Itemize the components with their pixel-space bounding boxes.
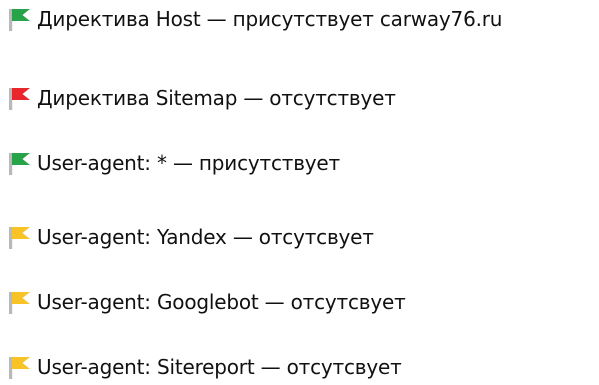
red-flag-icon bbox=[7, 83, 37, 113]
useragent-all-label: User-agent: * — присутствует bbox=[37, 151, 340, 175]
list-item-sitemap: Директива Sitemap — отсутствует bbox=[7, 83, 396, 113]
list-item-host: Директива Host — присутствует carway76.r… bbox=[7, 4, 502, 34]
green-flag-icon bbox=[7, 148, 37, 178]
yellow-flag-icon bbox=[7, 352, 37, 382]
robots-check-list: Директива Host — присутствует carway76.r… bbox=[0, 0, 599, 385]
useragent-sitereport-label: User-agent: Sitereport — отсутсвует bbox=[37, 355, 402, 379]
host-directive-label: Директива Host — присутствует carway76.r… bbox=[37, 7, 503, 31]
useragent-yandex-label: User-agent: Yandex — отсутсвует bbox=[37, 225, 374, 249]
yellow-flag-icon bbox=[7, 287, 37, 317]
useragent-googlebot-label: User-agent: Googlebot — отсутсвует bbox=[37, 290, 406, 314]
list-item-useragent-all: User-agent: * — присутствует bbox=[7, 148, 340, 178]
list-item-useragent-sitereport: User-agent: Sitereport — отсутсвует bbox=[7, 352, 402, 382]
yellow-flag-icon bbox=[7, 222, 37, 252]
green-flag-icon bbox=[7, 4, 37, 34]
list-item-useragent-yandex: User-agent: Yandex — отсутсвует bbox=[7, 222, 374, 252]
sitemap-directive-label: Директива Sitemap — отсутствует bbox=[37, 86, 396, 110]
list-item-useragent-googlebot: User-agent: Googlebot — отсутсвует bbox=[7, 287, 406, 317]
